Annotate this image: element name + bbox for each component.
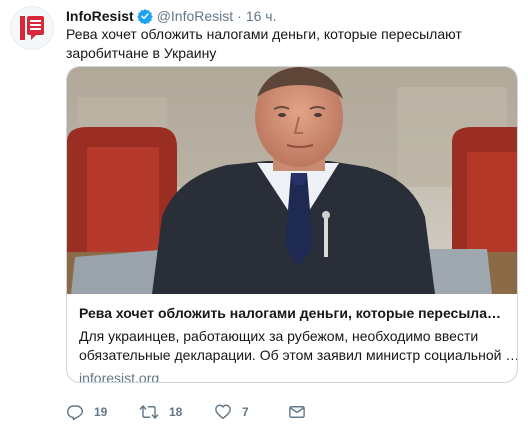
envelope-icon: [289, 406, 305, 418]
verified-badge-icon: [136, 8, 153, 24]
heart-icon: [215, 404, 231, 420]
retweet-icon: [139, 405, 159, 419]
card-description: Для украинцев, работающих за рубежом, не…: [79, 327, 518, 365]
card-image: [67, 67, 517, 294]
display-name[interactable]: InfoResist: [66, 8, 134, 24]
timestamp[interactable]: 16 ч.: [246, 8, 277, 24]
reply-button[interactable]: 19: [66, 403, 139, 421]
reply-count: 19: [94, 405, 108, 419]
message-button[interactable]: [288, 403, 306, 421]
avatar[interactable]: [10, 6, 54, 50]
retweet-button[interactable]: 18: [139, 403, 214, 421]
card-description-line-1: Для украинцев, работающих за рубежом, не…: [79, 328, 479, 344]
like-button[interactable]: 7: [214, 403, 288, 421]
card-domain: inforesist.org: [79, 370, 160, 383]
card-body: Рева хочет обложить налогами деньги, кот…: [67, 294, 518, 383]
link-card[interactable]: Рева хочет обложить налогами деньги, кот…: [66, 66, 518, 383]
separator-dot: ·: [237, 8, 242, 24]
handle[interactable]: @InfoResist: [157, 8, 233, 24]
retweet-count: 18: [169, 405, 183, 419]
card-title[interactable]: Рева хочет обложить налогами деньги, кот…: [79, 304, 505, 323]
reply-icon: [67, 405, 83, 421]
inforesist-logo-icon: [20, 16, 44, 40]
tweet-header: InfoResist @InfoResist · 16 ч.: [66, 6, 276, 26]
like-count: 7: [242, 405, 249, 419]
tweet-text: Рева хочет обложить налогами деньги, кот…: [66, 26, 462, 61]
card-description-line-2: обязательные декларации. Об этом заявил …: [79, 347, 518, 363]
tweet-actions: 19 18 7: [66, 402, 306, 422]
